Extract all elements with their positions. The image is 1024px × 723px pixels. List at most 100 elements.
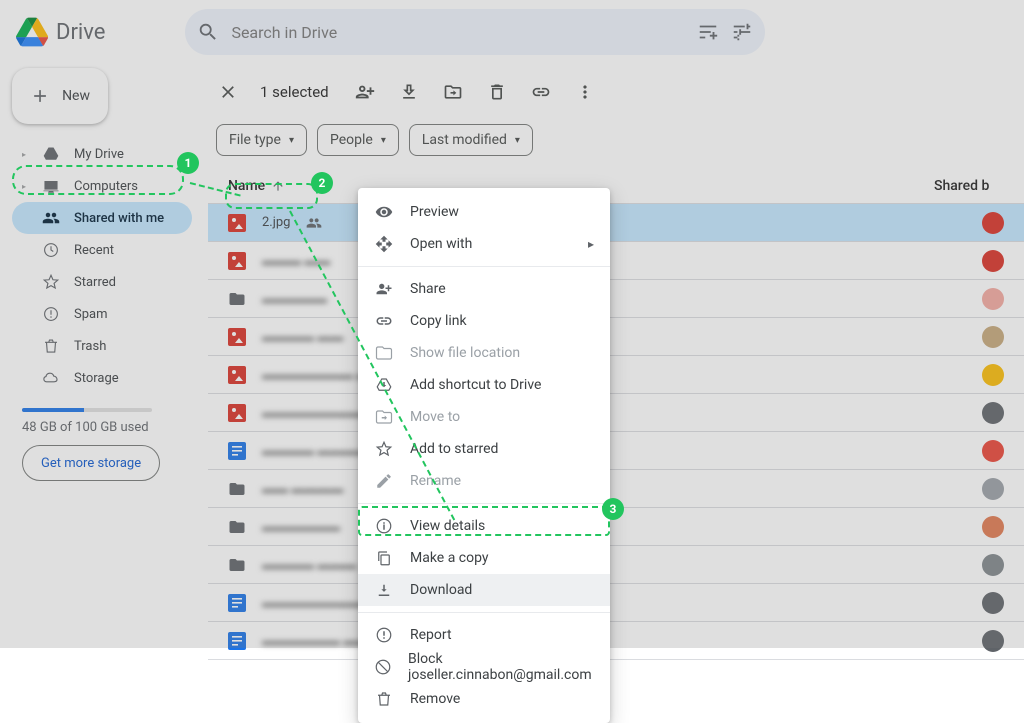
file-row[interactable]: ▬▬▬▬▬▬▬▬ ▬▬ xyxy=(208,394,1024,432)
context-menu-item-copy[interactable]: Copy link xyxy=(358,305,610,337)
filter-chip-file-type[interactable]: File type▾ xyxy=(216,124,307,156)
file-name: ▬▬▬▬ ▬▬ xyxy=(262,329,343,345)
download-button[interactable] xyxy=(397,80,421,104)
close-selection-button[interactable] xyxy=(216,80,240,104)
sidebar-item-my-drive[interactable]: ▸My Drive xyxy=(12,138,192,170)
file-row[interactable]: ▬▬▬▬▬ xyxy=(208,280,1024,318)
delete-button[interactable] xyxy=(485,80,509,104)
file-row[interactable]: ▬▬▬▬ ▬▬ xyxy=(208,318,1024,356)
context-menu-item-open[interactable]: Open with▸ xyxy=(358,228,610,260)
filter-options-icon[interactable] xyxy=(731,21,753,43)
link-button[interactable] xyxy=(529,80,553,104)
star-icon xyxy=(374,440,394,458)
tune-icon[interactable] xyxy=(697,21,719,43)
context-menu-item-add[interactable]: Add shortcut to Drive xyxy=(358,369,610,401)
sidebar-item-spam[interactable]: Spam xyxy=(12,298,192,330)
filter-chip-last-modified[interactable]: Last modified▾ xyxy=(409,124,533,156)
context-menu-item-move: Move to xyxy=(358,401,610,433)
main: 1 selected File type▾ People▾ Last modifie… xyxy=(200,64,1024,648)
context-menu-item-report[interactable]: Report xyxy=(358,619,610,651)
move-button[interactable] xyxy=(441,80,465,104)
new-button-label: New xyxy=(62,88,90,104)
file-name: ▬▬▬▬ ▬▬▬ xyxy=(262,557,356,573)
file-row[interactable]: ▬▬▬▬▬▬▬▬ ▬▬▬▬▬ xyxy=(208,584,1024,622)
sidebar-item-label: Computers xyxy=(74,179,138,194)
share-button[interactable] xyxy=(353,80,377,104)
search-box[interactable] xyxy=(185,9,765,55)
file-row[interactable]: ▬▬▬▬▬▬ xyxy=(208,508,1024,546)
avatar xyxy=(982,630,1004,652)
image-file-icon xyxy=(228,214,246,232)
context-menu-separator xyxy=(358,266,610,267)
context-menu-label: Preview xyxy=(410,204,459,220)
recent-icon xyxy=(42,241,60,259)
context-menu-label: View details xyxy=(410,518,485,534)
avatar xyxy=(982,402,1004,424)
context-menu-item-make[interactable]: Make a copy xyxy=(358,542,610,574)
logo[interactable]: Drive xyxy=(16,16,105,48)
context-menu-label: Make a copy xyxy=(410,550,489,566)
file-row[interactable]: ▬▬▬ ▬▬ xyxy=(208,242,1024,280)
share-icon xyxy=(374,280,394,298)
remove-icon xyxy=(374,690,394,708)
context-menu-item-share[interactable]: Share xyxy=(358,273,610,305)
doc-file-icon xyxy=(228,632,246,650)
report-icon xyxy=(374,626,394,644)
shared-icon xyxy=(42,209,60,227)
file-row[interactable]: ▬▬▬▬▬▬ ▬▬▬ ▬▬▬▬ xyxy=(208,622,1024,660)
context-menu-item-block[interactable]: Block joseller.cinnabon@gmail.com xyxy=(358,651,610,683)
file-row[interactable]: ▬▬▬▬ ▬▬▬▬▬▬▬ ▬ xyxy=(208,432,1024,470)
list-header: Name Shared b xyxy=(208,168,1024,204)
avatar xyxy=(982,516,1004,538)
avatar xyxy=(982,440,1004,462)
topbar: Drive xyxy=(0,0,1024,64)
file-name: ▬▬▬▬▬ xyxy=(262,291,327,307)
sidebar-item-storage[interactable]: Storage xyxy=(12,362,192,394)
context-menu-item-add[interactable]: Add to starred xyxy=(358,433,610,465)
file-row[interactable]: ▬▬ ▬▬▬▬ xyxy=(208,470,1024,508)
block-icon xyxy=(374,658,392,676)
sidebar-item-starred[interactable]: Starred xyxy=(12,266,192,298)
sidebar-item-computers[interactable]: ▸Computers xyxy=(12,170,192,202)
download-icon xyxy=(374,581,394,599)
context-menu-label: Open with xyxy=(410,236,472,252)
avatar xyxy=(982,326,1004,348)
context-menu-item-view[interactable]: View details xyxy=(358,510,610,542)
star-icon xyxy=(42,273,60,291)
selection-toolbar: 1 selected xyxy=(208,64,1024,120)
drive-logo-icon xyxy=(16,16,48,48)
sidebar-item-shared-with-me[interactable]: Shared with me xyxy=(12,202,192,234)
search-input[interactable] xyxy=(231,23,685,42)
nav-list: ▸My Drive▸ComputersShared with meRecentS… xyxy=(12,138,192,394)
folder-icon xyxy=(374,344,394,362)
context-menu-label: Show file location xyxy=(410,345,520,361)
context-menu-label: Add to starred xyxy=(410,441,498,457)
context-menu-label: Remove xyxy=(410,691,460,707)
info-icon xyxy=(374,517,394,535)
new-button[interactable]: New xyxy=(12,68,108,124)
storage-bar xyxy=(22,408,152,412)
context-menu-item-download[interactable]: Download xyxy=(358,574,610,606)
context-menu-item-preview[interactable]: Preview xyxy=(358,196,610,228)
context-menu-item-remove[interactable]: Remove xyxy=(358,683,610,715)
column-shared-by[interactable]: Shared b xyxy=(934,178,1004,194)
avatar xyxy=(982,554,1004,576)
sidebar-item-label: Storage xyxy=(74,371,119,386)
file-row[interactable]: ▬▬▬▬▬▬▬ ▬▬ ▬▬▬▬ xyxy=(208,356,1024,394)
avatar xyxy=(982,212,1004,234)
get-more-storage-button[interactable]: Get more storage xyxy=(22,445,160,481)
image-file-icon xyxy=(228,366,246,384)
sidebar: New ▸My Drive▸ComputersShared with meRec… xyxy=(0,64,200,648)
folder-icon xyxy=(228,480,246,498)
file-row[interactable]: ▬▬▬▬ ▬▬▬ xyxy=(208,546,1024,584)
filter-chip-people[interactable]: People▾ xyxy=(317,124,399,156)
sidebar-item-trash[interactable]: Trash xyxy=(12,330,192,362)
file-name: ▬▬▬ ▬▬ xyxy=(262,253,330,269)
plus-icon xyxy=(30,84,50,108)
sidebar-item-recent[interactable]: Recent xyxy=(12,234,192,266)
file-row[interactable]: 2.jpg xyxy=(208,204,1024,242)
more-button[interactable] xyxy=(573,80,597,104)
context-menu-label: Add shortcut to Drive xyxy=(410,377,541,393)
doc-file-icon xyxy=(228,594,246,612)
context-menu-label: Copy link xyxy=(410,313,467,329)
